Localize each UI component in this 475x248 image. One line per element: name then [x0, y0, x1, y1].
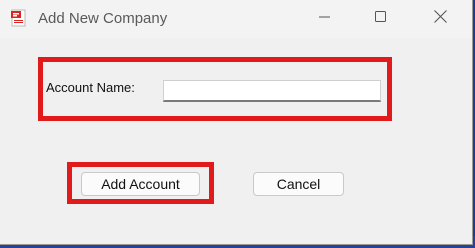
maximize-button[interactable]	[358, 0, 404, 38]
close-icon	[433, 10, 447, 28]
app-document-icon	[10, 9, 28, 27]
title-bar: Add New Company	[0, 0, 472, 38]
cancel-button[interactable]: Cancel	[253, 172, 344, 196]
account-name-label: Account Name:	[46, 80, 135, 95]
window-title: Add New Company	[38, 10, 168, 27]
add-account-button[interactable]: Add Account	[81, 172, 200, 196]
minimize-button[interactable]	[302, 0, 348, 38]
add-company-dialog: Add New Company Account Name: Add Accoun…	[0, 0, 473, 245]
close-button[interactable]	[417, 0, 463, 38]
minimize-icon	[319, 10, 331, 28]
account-name-input[interactable]	[163, 80, 381, 102]
maximize-icon	[375, 10, 387, 28]
